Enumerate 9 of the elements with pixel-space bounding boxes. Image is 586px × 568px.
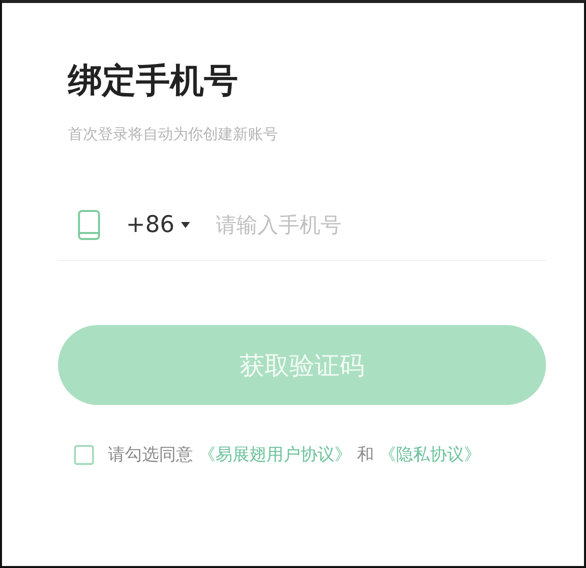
phone-icon — [78, 210, 100, 240]
agreement-checkbox[interactable] — [74, 444, 94, 464]
country-code-dropdown[interactable]: +86 — [126, 212, 190, 238]
caret-icon — [180, 222, 190, 228]
agreement-link[interactable]: 《隐私协议》 — [379, 445, 482, 465]
agreement-text: 请勾选同意 《易展翅用户协议》 和 《隐私协议》 — [108, 444, 482, 466]
agreement-link[interactable]: 《易展翅用户协议》 — [198, 445, 352, 465]
page-title: 绑定手机号 — [68, 60, 239, 103]
subtitle: 首次登录将自动为你创建新账号 — [68, 125, 279, 144]
